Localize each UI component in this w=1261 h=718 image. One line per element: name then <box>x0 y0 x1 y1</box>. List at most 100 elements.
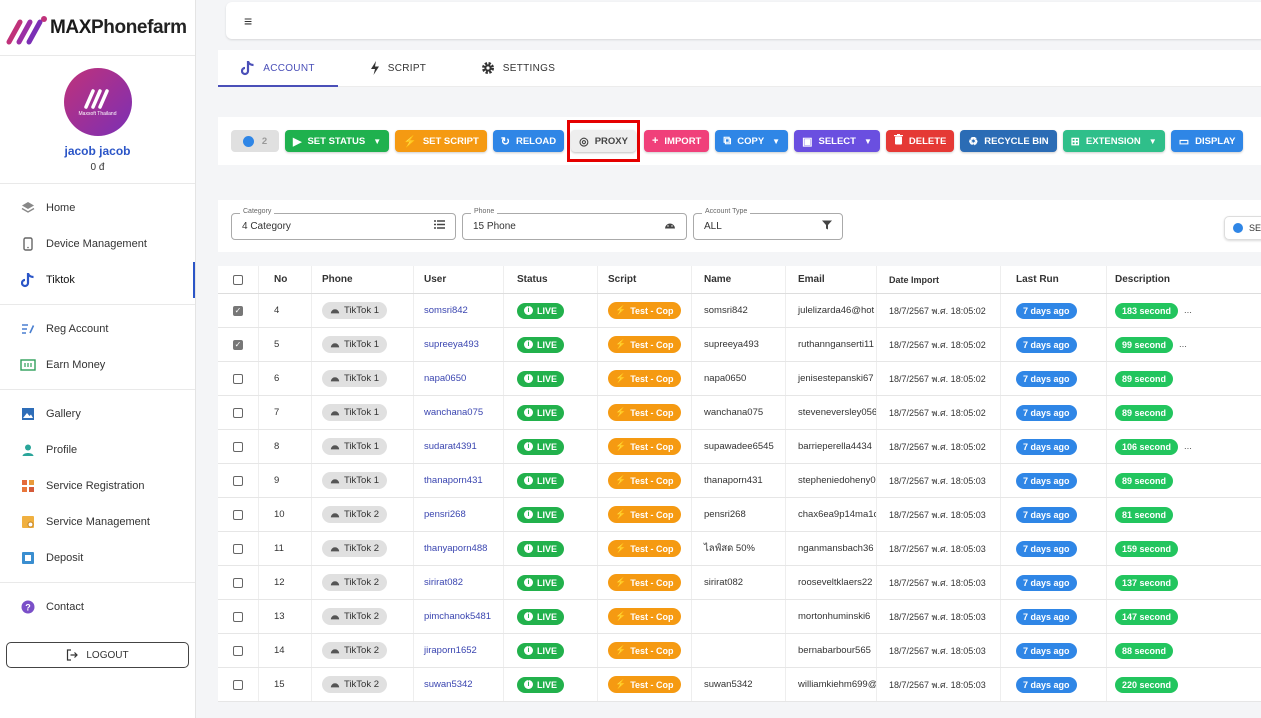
table-row[interactable]: 12 TikTok 2 sirirat082 i LIVE ⚡ Test - Cop siri… <box>218 566 1261 600</box>
user-link[interactable]: thanyaporn488 <box>424 543 487 554</box>
table-row[interactable]: ✓ 5 TikTok 1 supreeya493 i LIVE ⚡ Test - Cop sup… <box>218 328 1261 362</box>
column-header[interactable]: Name <box>692 266 786 293</box>
category-select[interactable]: Category 4 Category <box>231 207 456 240</box>
phone-chip[interactable]: TikTok 2 <box>322 676 388 693</box>
username[interactable]: jacob jacob <box>0 144 195 158</box>
account-type-select[interactable]: Account Type ALL <box>693 207 843 240</box>
user-link[interactable]: somsri842 <box>424 305 468 316</box>
phone-chip[interactable]: TikTok 1 <box>322 302 388 319</box>
row-checkbox[interactable] <box>218 430 259 463</box>
column-header[interactable]: Last Run <box>1001 266 1107 293</box>
table-row[interactable]: ✓ 4 TikTok 1 somsri842 i LIVE ⚡ Test - Cop somsr… <box>218 294 1261 328</box>
table-row[interactable]: 6 TikTok 1 napa0650 i LIVE ⚡ Test - Cop napa065… <box>218 362 1261 396</box>
status-badge[interactable]: i LIVE <box>517 336 565 353</box>
more-indicator[interactable]: ... <box>1184 305 1192 316</box>
status-badge[interactable]: i LIVE <box>517 642 565 659</box>
logout-button[interactable]: LOGOUT <box>6 642 189 668</box>
status-badge[interactable]: i LIVE <box>517 608 565 625</box>
set-script-button[interactable]: ⚡ SET SCRIPT <box>395 130 487 152</box>
script-badge[interactable]: ⚡ Test - Cop <box>608 336 681 353</box>
script-badge[interactable]: ⚡ Test - Cop <box>608 676 681 693</box>
script-badge[interactable]: ⚡ Test - Cop <box>608 574 681 591</box>
user-link[interactable]: thanaporn431 <box>424 475 483 486</box>
sidebar-item-tiktok[interactable]: Tiktok <box>0 262 195 298</box>
user-link[interactable]: sudarat4391 <box>424 441 477 452</box>
sidebar-item-deposit[interactable]: Deposit <box>0 540 195 576</box>
column-header[interactable]: Script <box>598 266 692 293</box>
brand-logo[interactable]: MAXPhonefarm <box>0 0 195 56</box>
menu-icon[interactable]: ≡ <box>244 13 252 29</box>
sidebar-item-contact[interactable]: ? Contact <box>0 589 195 625</box>
user-link[interactable]: napa0650 <box>424 373 466 384</box>
tab-account[interactable]: ACCOUNT <box>218 50 338 87</box>
status-badge[interactable]: i LIVE <box>517 370 565 387</box>
table-row[interactable]: 9 TikTok 1 thanaporn431 i LIVE ⚡ Test - Cop tha… <box>218 464 1261 498</box>
script-badge[interactable]: ⚡ Test - Cop <box>608 404 681 421</box>
sidebar-item-earn-money[interactable]: Earn Money <box>0 347 195 383</box>
row-checkbox[interactable]: ✓ <box>218 294 259 327</box>
recycle-bin-button[interactable]: ♻ RECYCLE BIN <box>960 130 1057 152</box>
avatar[interactable]: Maxsoft Thailand <box>63 68 132 136</box>
phone-chip[interactable]: TikTok 2 <box>322 540 388 557</box>
row-checkbox[interactable] <box>218 566 259 599</box>
import-button[interactable]: + IMPORT <box>643 130 710 152</box>
user-link[interactable]: pimchanok5481 <box>424 611 491 622</box>
script-badge[interactable]: ⚡ Test - Cop <box>608 608 681 625</box>
phone-chip[interactable]: TikTok 1 <box>322 438 388 455</box>
script-badge[interactable]: ⚡ Test - Cop <box>608 438 681 455</box>
user-link[interactable]: supreeya493 <box>424 339 479 350</box>
user-link[interactable]: sirirat082 <box>424 577 463 588</box>
table-row[interactable]: 7 TikTok 1 wanchana075 i LIVE ⚡ Test - Cop wanc… <box>218 396 1261 430</box>
table-row[interactable]: 10 TikTok 2 pensri268 i LIVE ⚡ Test - Cop pensr… <box>218 498 1261 532</box>
row-checkbox[interactable] <box>218 634 259 667</box>
more-indicator[interactable]: ... <box>1184 441 1192 452</box>
more-indicator[interactable]: ... <box>1179 339 1187 350</box>
phone-chip[interactable]: TikTok 1 <box>322 472 388 489</box>
display-button[interactable]: ▭ DISPLAY <box>1170 130 1244 152</box>
proxy-button[interactable]: ◎ PROXY <box>571 130 636 152</box>
search-button[interactable]: SE <box>1224 216 1261 240</box>
script-badge[interactable]: ⚡ Test - Cop <box>608 506 681 523</box>
extension-button[interactable]: ⊞ EXTENSION ▼ <box>1062 130 1165 152</box>
tab-script[interactable]: SCRIPT <box>338 50 458 86</box>
column-header[interactable]: Status <box>504 266 598 293</box>
sidebar-item-service-registration[interactable]: Service Registration <box>0 468 195 504</box>
script-badge[interactable]: ⚡ Test - Cop <box>608 540 681 557</box>
status-badge[interactable]: i LIVE <box>517 472 565 489</box>
row-checkbox[interactable] <box>218 532 259 565</box>
sidebar-item-gallery[interactable]: Gallery <box>0 396 195 432</box>
user-link[interactable]: wanchana075 <box>424 407 483 418</box>
selection-toggle[interactable]: 2 <box>231 130 279 152</box>
column-header[interactable]: Phone <box>312 266 414 293</box>
reload-button[interactable]: ↻ RELOAD <box>492 130 565 152</box>
phone-chip[interactable]: TikTok 2 <box>322 608 388 625</box>
row-checkbox[interactable] <box>218 396 259 429</box>
table-row[interactable]: 14 TikTok 2 jiraporn1652 i LIVE ⚡ Test - Cop be… <box>218 634 1261 668</box>
delete-button[interactable]: DELETE <box>885 130 955 152</box>
set-status-button[interactable]: ▶ SET STATUS ▼ <box>285 130 390 152</box>
select-button[interactable]: ▣ SELECT ▼ <box>794 130 880 152</box>
status-badge[interactable]: i LIVE <box>517 574 565 591</box>
status-badge[interactable]: i LIVE <box>517 404 565 421</box>
column-header[interactable]: User <box>414 266 504 293</box>
sidebar-item-profile[interactable]: Profile <box>0 432 195 468</box>
sidebar-item-home[interactable]: Home <box>0 190 195 226</box>
status-badge[interactable]: i LIVE <box>517 676 565 693</box>
row-checkbox[interactable] <box>218 668 259 701</box>
user-link[interactable]: suwan5342 <box>424 679 473 690</box>
phone-select[interactable]: Phone 15 Phone <box>462 207 687 240</box>
select-all-checkbox[interactable] <box>218 266 259 293</box>
user-link[interactable]: pensri268 <box>424 509 466 520</box>
table-row[interactable]: 13 TikTok 2 pimchanok5481 i LIVE ⚡ Test - Cop m… <box>218 600 1261 634</box>
table-row[interactable]: 11 TikTok 2 thanyaporn488 i LIVE ⚡ Test - Cop ไ… <box>218 532 1261 566</box>
table-row[interactable]: 8 TikTok 1 sudarat4391 i LIVE ⚡ Test - Cop supa… <box>218 430 1261 464</box>
row-checkbox[interactable]: ✓ <box>218 328 259 361</box>
phone-chip[interactable]: TikTok 2 <box>322 642 388 659</box>
phone-chip[interactable]: TikTok 2 <box>322 506 388 523</box>
column-header[interactable]: No <box>259 266 312 293</box>
user-link[interactable]: jiraporn1652 <box>424 645 477 656</box>
column-header[interactable]: Description <box>1107 266 1261 293</box>
row-checkbox[interactable] <box>218 464 259 497</box>
row-checkbox[interactable] <box>218 600 259 633</box>
status-badge[interactable]: i LIVE <box>517 540 565 557</box>
